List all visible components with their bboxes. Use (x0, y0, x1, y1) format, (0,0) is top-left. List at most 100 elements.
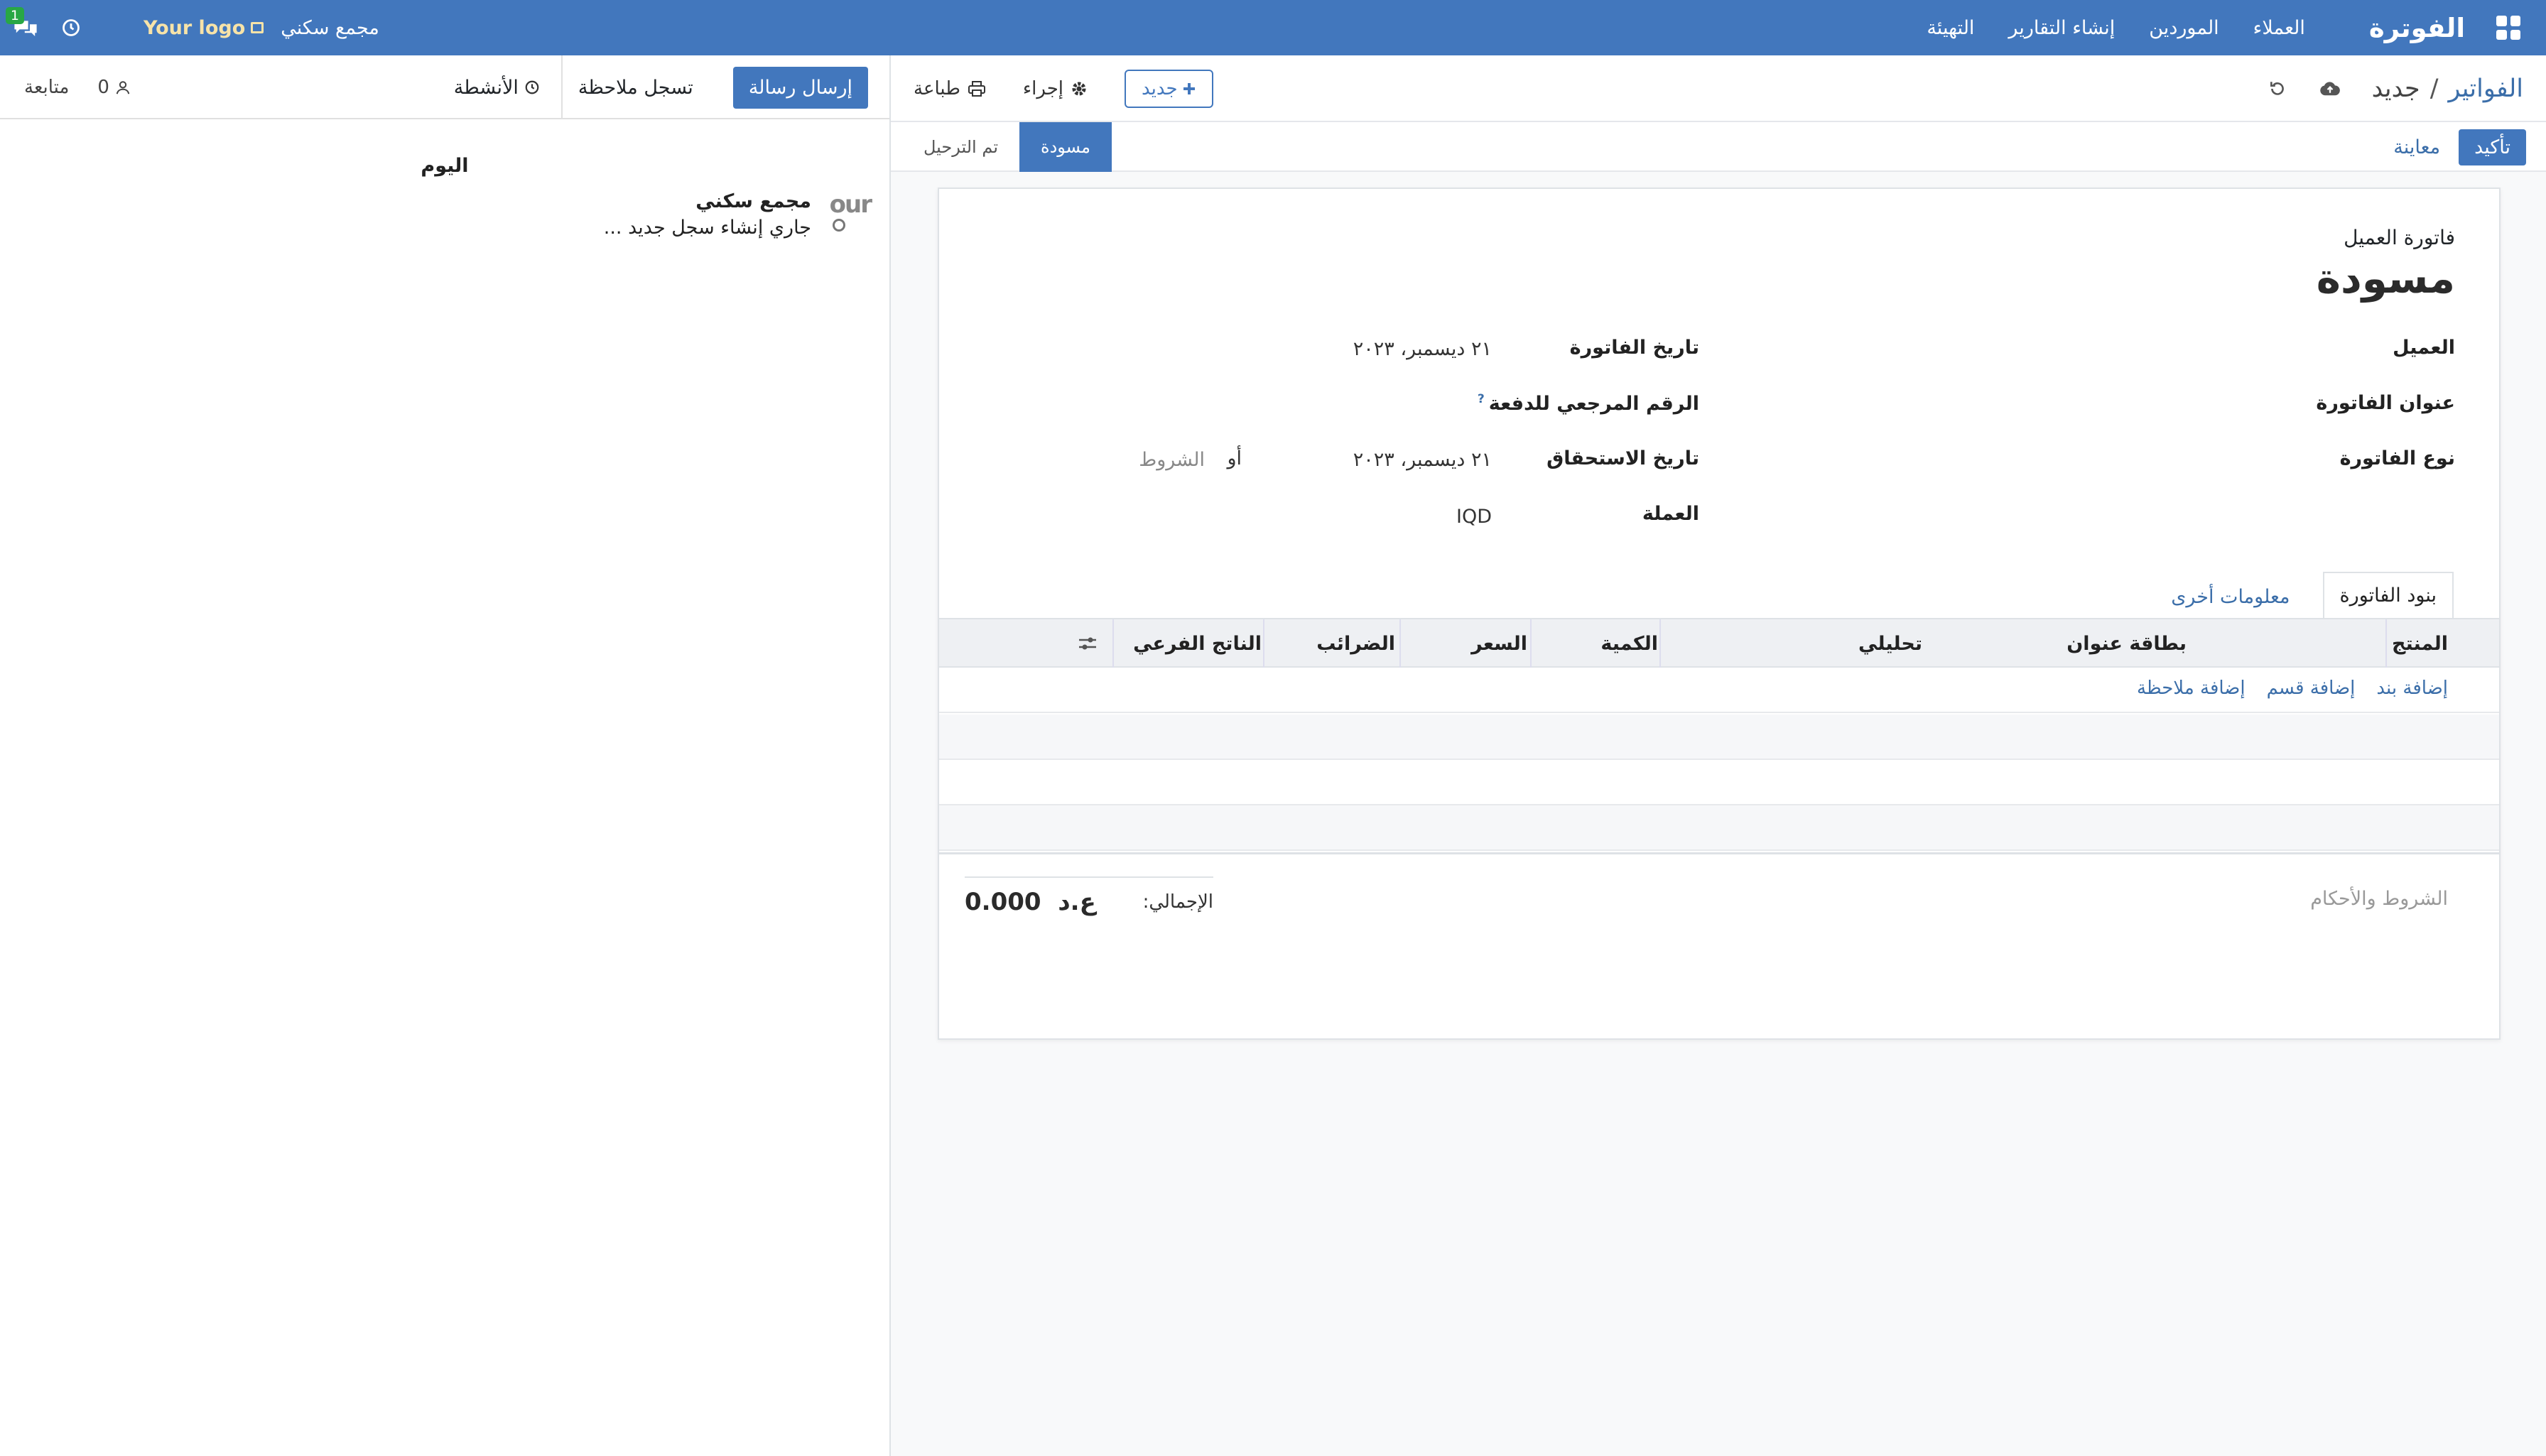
form-tabs: بنود الفاتورة معلومات أخرى (2155, 571, 2454, 619)
followers-count: 0 (97, 77, 109, 98)
record-status-icons (2268, 80, 2341, 98)
invoice-address-label: عنوان الفاتورة (2316, 392, 2455, 414)
help-icon[interactable]: ? (1478, 392, 1485, 406)
table-row (939, 760, 2499, 805)
control-panel: الفواتير / جديد جديد إجراء طباعة (891, 55, 2546, 122)
company-name[interactable]: مجمع سكني (281, 17, 379, 39)
invoice-type-label: نوع الفاتورة (2339, 447, 2455, 469)
clock-icon (525, 80, 539, 94)
add-section-link[interactable]: إضافة قسم (2267, 678, 2356, 699)
log-note-button[interactable]: تسجل ملاحظة (563, 77, 709, 99)
column-label[interactable]: بطاقة عنوان (1924, 619, 2187, 668)
stage-draft[interactable]: مسودة (1019, 122, 1112, 172)
plus-icon (1183, 83, 1195, 94)
menu-item-configuration[interactable]: التهيئة (1927, 17, 1974, 39)
print-menu-button[interactable]: طباعة (914, 78, 986, 99)
control-panel-buttons: جديد إجراء طباعة (914, 55, 1213, 122)
chatter-message: our مجمع سكني جاري إنشاء سجل جديد ... (604, 190, 872, 239)
app-brand[interactable]: الفوترة (2369, 13, 2465, 43)
terms-conditions-field[interactable]: الشروط والأحكام (2310, 888, 2448, 910)
due-date-field[interactable]: ٢١ ديسمبر، ٢٠٢٣ (1353, 449, 1492, 471)
breadcrumb-separator: / (2429, 75, 2439, 103)
message-text: جاري إنشاء سجل جديد ... (603, 217, 811, 239)
column-price[interactable]: السعر (1399, 619, 1527, 668)
totals-box: الإجمالي: 0.000 ع.د (965, 876, 1213, 916)
menu-item-customers[interactable]: العملاء (2253, 17, 2305, 39)
total-amount-value: 0.000 (965, 888, 1041, 916)
clock-icon[interactable] (61, 18, 81, 38)
table-row (939, 715, 2499, 760)
column-taxes[interactable]: الضرائب (1263, 619, 1395, 668)
breadcrumb-root[interactable]: الفواتير (2448, 75, 2523, 103)
breadcrumb-current: جديد (2371, 75, 2420, 103)
avatar[interactable]: our (825, 190, 872, 233)
or-label: أو (1227, 447, 1242, 469)
form-pane: الفواتير / جديد جديد إجراء طباعة تأكيد م… (889, 55, 2546, 1456)
send-message-button[interactable]: إرسال رسالة (732, 66, 868, 109)
total-label: الإجمالي: (1142, 891, 1213, 913)
stage-indicator: مسودة تم الترحيل (902, 122, 1112, 172)
print-icon (968, 81, 985, 97)
invoice-name: مسودة (2316, 254, 2455, 303)
payment-terms-field[interactable]: الشروط (1139, 449, 1205, 471)
tab-invoice-lines[interactable]: بنود الفاتورة (2322, 572, 2454, 619)
table-row (939, 805, 2499, 851)
due-date-label: تاريخ الاستحقاق (1546, 447, 1699, 469)
activities-label: الأنشطة (453, 76, 519, 99)
stage-posted[interactable]: تم الترحيل (902, 122, 1019, 172)
column-subtotal[interactable]: الناتج الفرعي (1112, 619, 1262, 668)
messaging-button[interactable]: 1 (5, 7, 38, 38)
user-icon (116, 81, 130, 94)
column-settings-icon[interactable] (1057, 619, 1111, 668)
followers-area: 0 متابعة (24, 55, 131, 119)
preview-button[interactable]: معاينة (2393, 136, 2440, 158)
tab-other-info[interactable]: معلومات أخرى (2155, 575, 2305, 619)
total-amount: 0.000 ع.د (965, 888, 1096, 916)
message-body: مجمع سكني جاري إنشاء سجل جديد ... (604, 190, 811, 239)
message-author[interactable]: مجمع سكني (604, 190, 811, 212)
total-currency: ع.د (1058, 888, 1096, 916)
invoice-lines-header: المنتج بطاقة عنوان تحليلي الكمية السعر ا… (939, 618, 2499, 668)
apps-menu-icon[interactable] (2496, 16, 2520, 40)
navbar-start: الفوترة العملاء الموردين إنشاء التقارير … (1927, 0, 2520, 55)
logo-text: Your logo (143, 16, 246, 39)
confirm-button[interactable]: تأكيد (2459, 129, 2526, 165)
action-label: إجراء (1022, 78, 1064, 99)
menu-item-vendors[interactable]: الموردين (2149, 17, 2219, 39)
company-logo: Your logo (143, 17, 264, 39)
navbar-menu: العملاء الموردين إنشاء التقارير التهيئة (1927, 17, 2305, 39)
column-product[interactable]: المنتج (2385, 619, 2448, 668)
top-navbar: الفوترة العملاء الموردين إنشاء التقارير … (0, 0, 2546, 55)
activities-button[interactable]: الأنشطة (433, 55, 563, 119)
action-menu-button[interactable]: إجراء (1023, 78, 1088, 99)
add-line-link[interactable]: إضافة بند (2376, 678, 2448, 699)
followers-button[interactable]: 0 (97, 77, 131, 98)
avatar-text: our (829, 190, 872, 219)
lines-bottom-divider (939, 852, 2499, 854)
new-button-label: جديد (1142, 78, 1178, 99)
payment-reference-text: الرقم المرجعي للدفعة (1488, 393, 1699, 415)
new-button[interactable]: جديد (1125, 70, 1213, 108)
column-analytic[interactable]: تحليلي (1659, 619, 1922, 668)
currency-field[interactable]: IQD (1456, 506, 1492, 528)
avatar-ring (833, 219, 845, 232)
column-quantity[interactable]: الكمية (1530, 619, 1658, 668)
navbar-end: مجمع سكني Your logo 1 (5, 0, 379, 55)
invoice-form-sheet: فاتورة العميل مسودة العميل عنوان الفاتور… (938, 188, 2501, 1040)
add-line-links: إضافة بند إضافة قسم إضافة ملاحظة (2137, 678, 2448, 699)
add-note-link[interactable]: إضافة ملاحظة (2137, 678, 2246, 699)
currency-label: العملة (1642, 503, 1699, 525)
print-label: طباعة (914, 78, 960, 99)
invoice-date-field[interactable]: ٢١ ديسمبر، ٢٠٢٣ (1353, 338, 1492, 360)
date-separator: اليوم (421, 155, 469, 177)
message-count-badge: 1 (5, 7, 24, 24)
chatter-buttons: إرسال رسالة تسجل ملاحظة الأنشطة (433, 55, 868, 119)
menu-item-reporting[interactable]: إنشاء التقارير (2008, 17, 2115, 39)
chatter-topbar: إرسال رسالة تسجل ملاحظة الأنشطة 0 متابعة (0, 55, 889, 119)
discard-icon[interactable] (2268, 80, 2287, 98)
invoice-kind: فاتورة العميل (2344, 226, 2455, 249)
follow-button[interactable]: متابعة (24, 77, 69, 98)
payment-reference-label: الرقم المرجعي للدفعة? (1478, 392, 1699, 415)
invoice-date-label: تاريخ الفاتورة (1569, 337, 1699, 359)
cloud-save-icon[interactable] (2319, 80, 2341, 98)
